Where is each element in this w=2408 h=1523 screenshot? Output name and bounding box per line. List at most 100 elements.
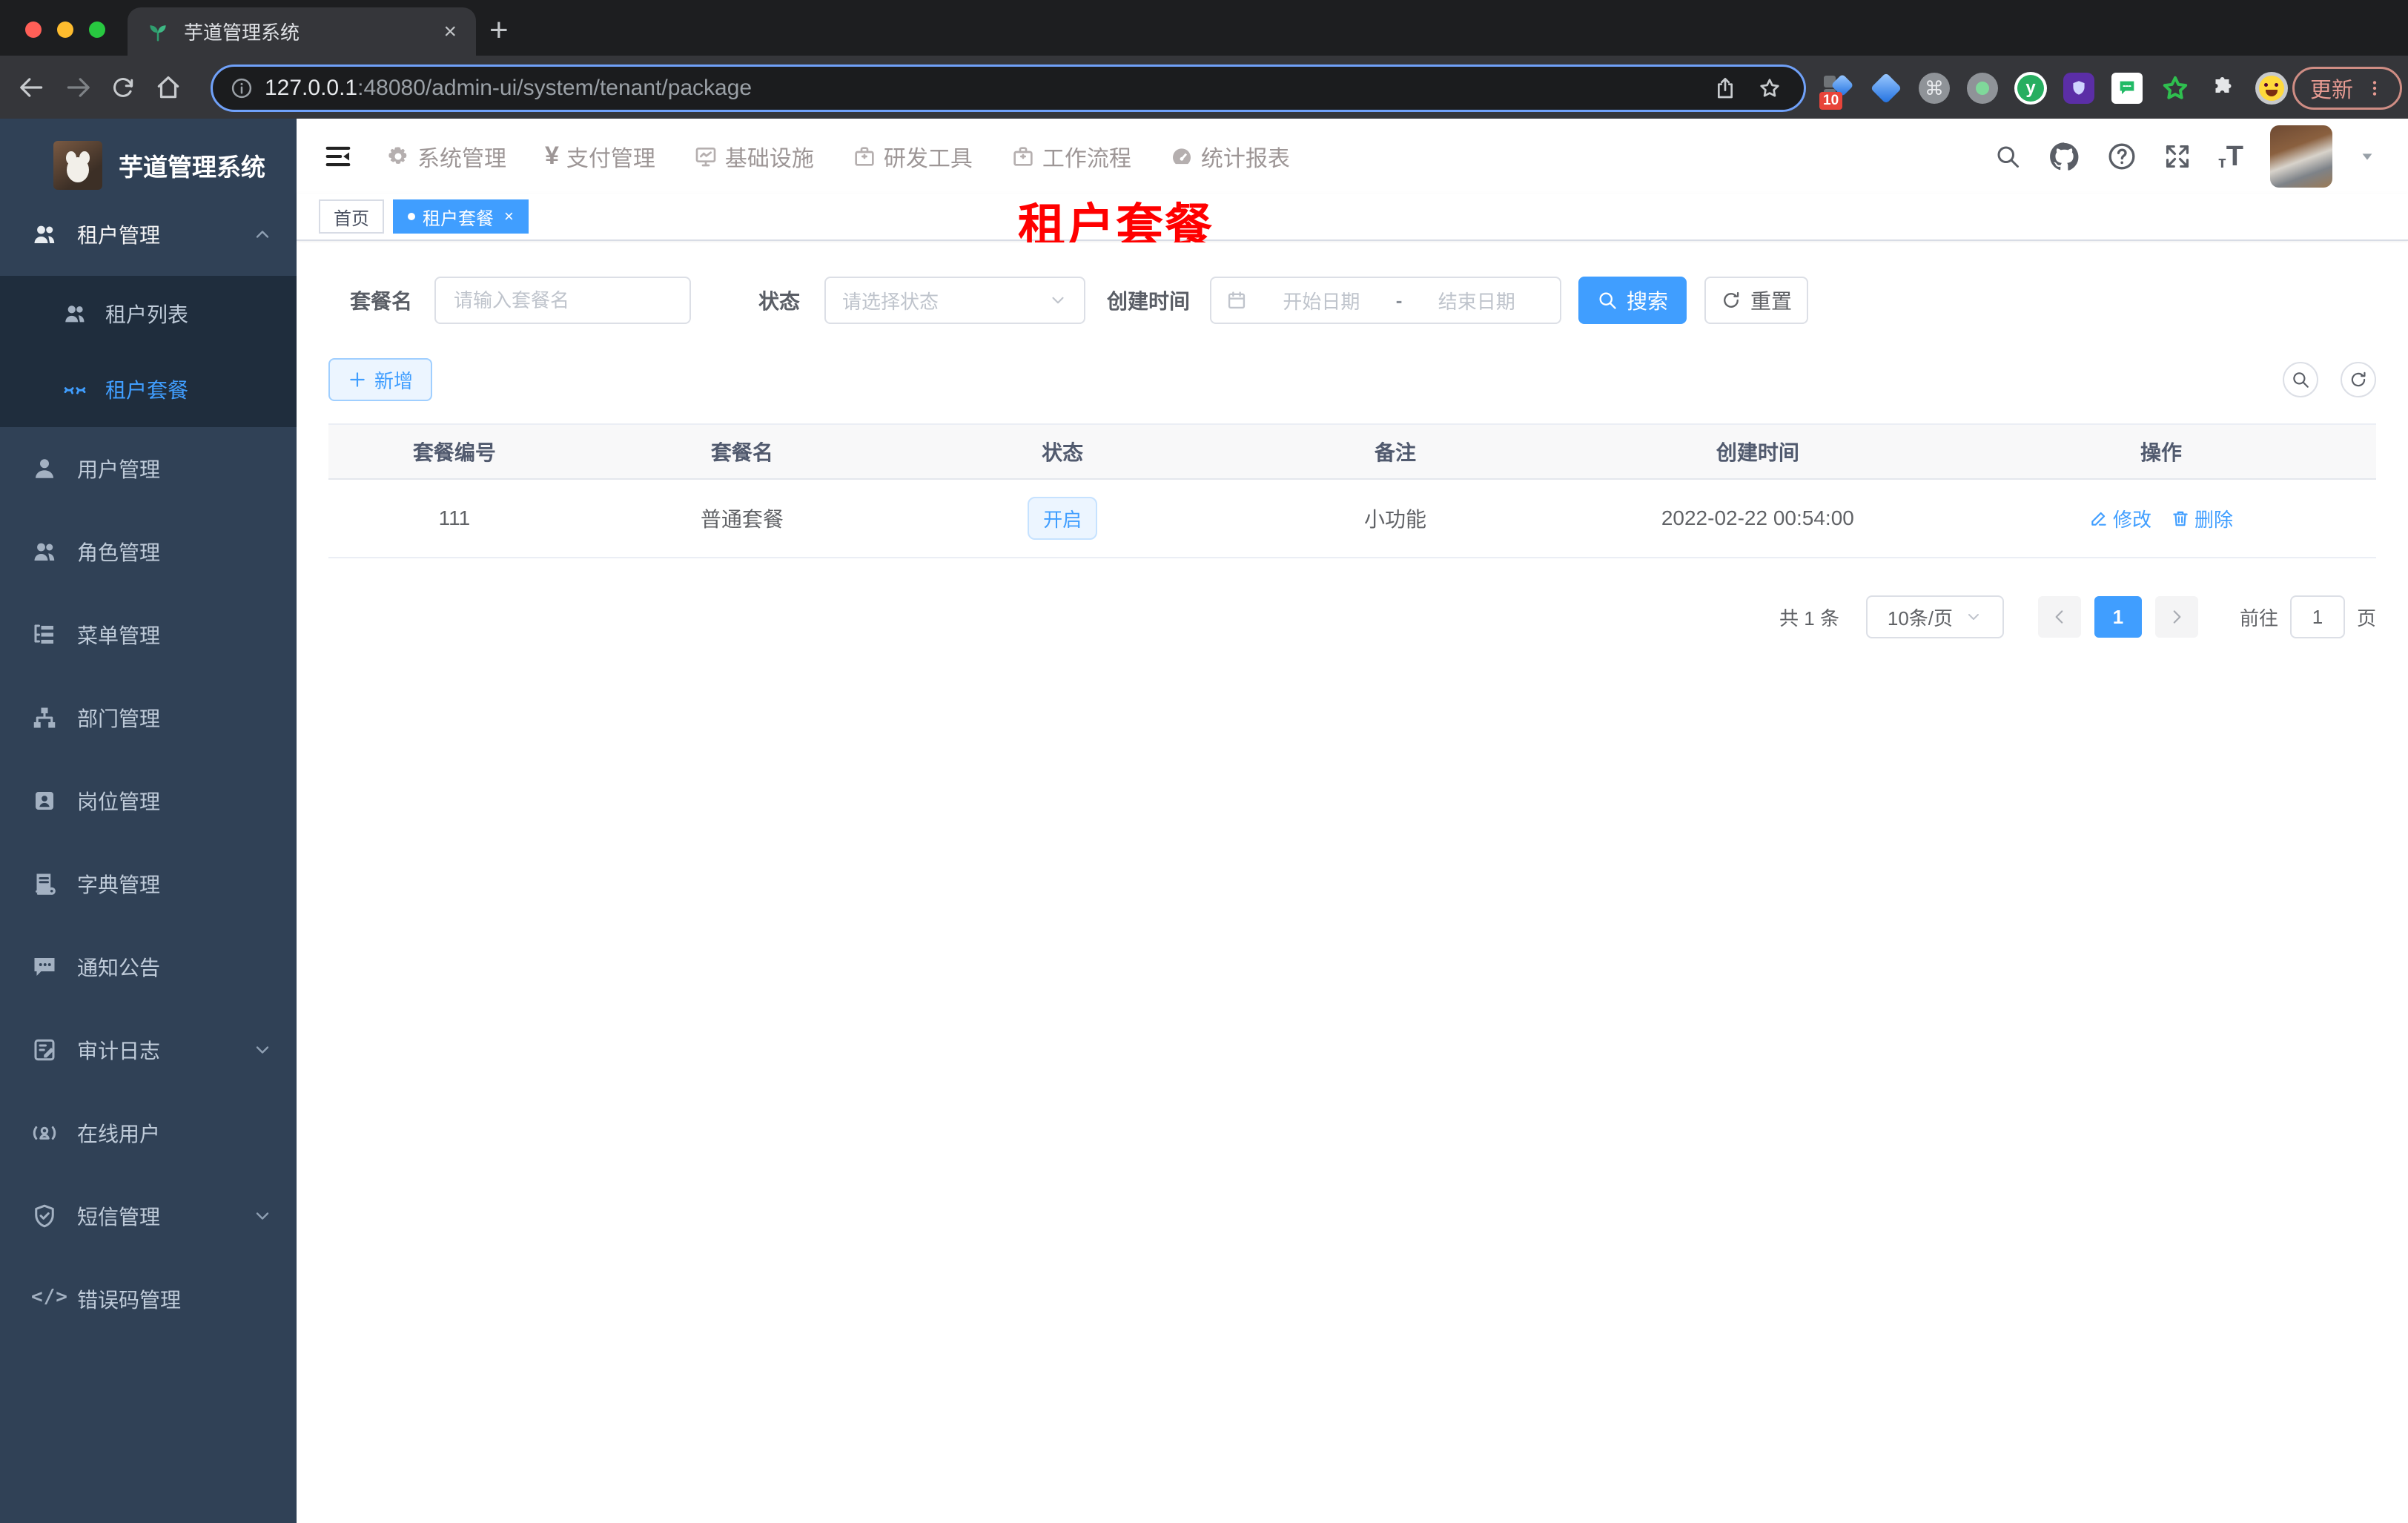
show-search-toggle-button[interactable] [2283,362,2318,397]
next-page-button[interactable] [2154,596,2198,638]
sidebar-item-user-management[interactable]: 用户管理 [0,427,297,510]
top-nav-payment[interactable]: ¥ 支付管理 [545,140,655,173]
user-icon [31,455,58,482]
status-select[interactable]: 请选择状态 [824,277,1086,324]
goto-page-input[interactable] [2289,595,2345,638]
fullscreen-icon[interactable] [2163,142,2192,171]
sidebar-item-notice[interactable]: 通知公告 [0,925,297,1008]
tab-close-icon[interactable]: × [443,20,457,43]
extension-y-icon[interactable]: y [2014,71,2048,105]
yen-icon: ¥ [545,142,559,170]
col-header-remark: 备注 [1374,441,1416,464]
sidebar-logo-row[interactable]: 芋道管理系统 [0,119,297,200]
extensions-puzzle-icon[interactable] [2206,71,2240,105]
cell-status: 开启 [904,497,1221,540]
url-bar[interactable]: 127.0.0.1:48080/admin-ui/system/tenant/p… [211,65,1806,112]
tree-icon [31,621,58,648]
top-nav-system[interactable]: 系统管理 [386,140,506,173]
caret-down-icon[interactable] [2359,148,2375,165]
browser-tab-strip: 芋道管理系统 × + [0,0,2408,56]
tag-tenant-package[interactable]: 租户套餐 × [393,199,529,234]
extension-tabs-icon[interactable]: 10 [1819,71,1855,110]
sidebar-item-menu-management[interactable]: 菜单管理 [0,593,297,676]
sidebar-item-tenant-management[interactable]: 租户管理 [0,193,297,276]
browser-tab[interactable]: 芋道管理系统 × [128,7,476,56]
sidebar-item-dict-management[interactable]: 字典管理 [0,842,297,925]
sidebar-item-role-management[interactable]: 角色管理 [0,510,297,593]
refresh-table-button[interactable] [2341,362,2376,397]
delete-link[interactable]: 删除 [2171,505,2233,532]
minimize-window-button[interactable] [57,22,73,38]
extensions-row: 10 ⌘ y [1819,62,2289,114]
collapse-sidebar-icon[interactable] [322,142,354,171]
top-nav-dev-tools[interactable]: 研发工具 [853,140,973,173]
page-size-select[interactable]: 10条/页 [1865,595,2004,638]
code-icon: </> [31,1286,68,1308]
top-nav-report[interactable]: 统计报表 [1170,140,1290,173]
users-icon [62,301,87,326]
sidebar-item-online-users[interactable]: 在线用户 [0,1091,297,1175]
cell-actions: 修改 删除 [1946,505,2376,532]
add-button[interactable]: 新增 [328,358,432,401]
forward-icon[interactable] [64,73,92,102]
search-icon[interactable] [1994,143,2021,170]
bookmark-star-icon[interactable] [1758,76,1782,100]
pencil-icon [2089,509,2108,528]
url-host: 127.0.0.1 [265,76,358,100]
back-icon[interactable] [18,73,46,102]
extension-gem-icon[interactable] [1869,71,1903,105]
plus-icon [348,370,367,389]
help-icon[interactable] [2107,142,2137,171]
tag-home[interactable]: 首页 [319,199,384,234]
header-actions: тT [1994,125,2375,188]
col-header-package-id: 套餐编号 [412,441,496,464]
prev-page-button[interactable] [2037,596,2081,638]
edit-link[interactable]: 修改 [2089,505,2151,532]
sidebar-item-sms-management[interactable]: 短信管理 [0,1175,297,1258]
site-info-icon[interactable] [231,77,253,99]
extension-chat-icon[interactable] [2110,71,2144,105]
reset-button[interactable]: 重置 [1704,277,1809,324]
search-button[interactable]: 搜索 [1578,277,1687,324]
extension-star-icon[interactable] [2158,71,2192,105]
gear-icon [386,145,410,168]
date-range-picker[interactable]: 开始日期 - 结束日期 [1210,277,1562,324]
window-controls [25,22,105,38]
github-icon[interactable] [2048,140,2080,173]
status-label: 状态 [758,290,801,313]
table-row: 111 普通套餐 开启 小功能 2022-02-22 00:54:00 修改 删… [328,480,2376,558]
extension-record-icon[interactable] [1965,71,2000,105]
page-number-1[interactable]: 1 [2094,596,2142,638]
extension-shield-icon[interactable] [2062,71,2096,105]
sidebar: 芋道管理系统 租户管理 租户列表 租户套餐 用户管理 角色管理 菜单管理 部门管… [0,119,297,1523]
url-text[interactable]: 127.0.0.1:48080/admin-ui/system/tenant/p… [265,76,1713,101]
browser-menu-kebab-icon[interactable] [2365,79,2384,98]
sidebar-item-error-code[interactable]: </> 错误码管理 [0,1258,297,1341]
zoom-window-button[interactable] [89,22,105,38]
start-date-placeholder[interactable]: 开始日期 [1253,287,1390,314]
app-logo-rabbit [53,141,102,190]
close-window-button[interactable] [25,22,42,38]
sidebar-item-tenant-package[interactable]: 租户套餐 [0,351,297,427]
sidebar-item-audit-log[interactable]: 审计日志 [0,1008,297,1091]
top-nav-workflow[interactable]: 工作流程 [1011,140,1131,173]
share-icon[interactable] [1713,76,1737,100]
extension-command-icon[interactable]: ⌘ [1917,71,1951,105]
user-avatar[interactable] [2270,125,2332,188]
new-tab-button[interactable]: + [489,12,509,49]
tag-close-icon[interactable]: × [504,207,514,226]
profile-emoji-avatar[interactable] [2255,71,2289,105]
sidebar-item-post-management[interactable]: 岗位管理 [0,759,297,842]
reload-icon[interactable] [110,74,136,101]
sidebar-item-tenant-list[interactable]: 租户列表 [0,276,297,351]
sidebar-item-dept-management[interactable]: 部门管理 [0,676,297,759]
badge-icon [31,787,58,814]
top-nav-infrastructure[interactable]: 基础设施 [694,140,814,173]
col-header-actions: 操作 [2140,441,2182,464]
browser-update-button[interactable]: 更新 [2292,67,2402,110]
end-date-placeholder[interactable]: 结束日期 [1408,287,1545,314]
home-icon[interactable] [154,73,182,102]
sidebar-submenu-tenant: 租户列表 租户套餐 [0,276,297,427]
package-name-input[interactable] [436,288,690,312]
font-size-icon[interactable]: тT [2218,142,2243,171]
